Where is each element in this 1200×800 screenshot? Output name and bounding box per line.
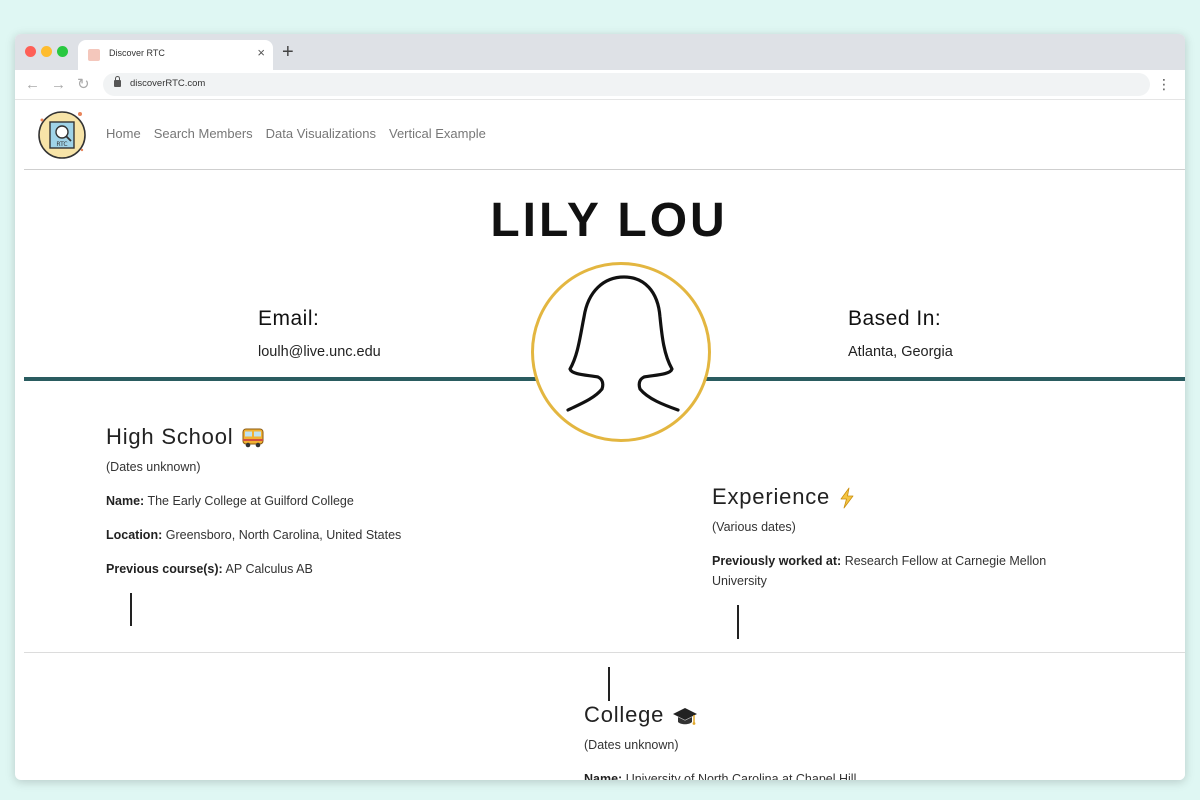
high-school-dates: (Dates unknown)	[106, 460, 201, 474]
college-heading: College	[584, 702, 698, 728]
person-silhouette-icon	[566, 275, 680, 412]
nav-link-data-visualizations[interactable]: Data Visualizations	[266, 126, 376, 141]
tab-title: Discover RTC	[109, 48, 165, 58]
close-window-button[interactable]	[25, 46, 36, 57]
back-button[interactable]: ←	[25, 76, 40, 94]
logo-text: RTC	[56, 141, 67, 148]
lightning-icon	[840, 487, 854, 509]
browser-menu-icon[interactable]: ⋮	[1157, 77, 1171, 91]
high-school-courses-row: Previous course(s): AP Calculus AB	[106, 559, 313, 579]
nav-link-vertical-example[interactable]: Vertical Example	[389, 126, 486, 141]
reload-button[interactable]: ↻	[77, 76, 90, 94]
forward-button[interactable]: →	[51, 76, 66, 94]
high-school-name-row: Name: The Early College at Guilford Coll…	[106, 491, 354, 511]
high-school-courses: AP Calculus AB	[225, 562, 313, 576]
minimize-window-button[interactable]	[41, 46, 52, 57]
based-in-value: Atlanta, Georgia	[848, 344, 953, 360]
experience-dates: (Various dates)	[712, 520, 796, 534]
rtc-logo-icon[interactable]: RTC	[36, 106, 90, 162]
url-text[interactable]: discoverRTC.com	[130, 78, 205, 89]
experience-work-label: Previously worked at:	[712, 554, 842, 568]
browser-tab[interactable]: Discover RTC ×	[78, 40, 273, 70]
nav-link-home[interactable]: Home	[106, 126, 141, 141]
high-school-title: High School	[106, 424, 234, 449]
nav-links: Home Search Members Data Visualizations …	[106, 126, 486, 141]
high-school-courses-label: Previous course(s):	[106, 562, 223, 576]
section-divider	[24, 652, 1185, 653]
profile-name: LILY LOU	[490, 194, 728, 247]
maximize-window-button[interactable]	[57, 46, 68, 57]
timeline-connector	[608, 667, 610, 701]
experience-heading: Experience	[712, 484, 856, 510]
tab-strip: Discover RTC × +	[15, 34, 1185, 70]
high-school-name: The Early College at Guilford College	[147, 494, 354, 508]
college-dates: (Dates unknown)	[584, 738, 679, 752]
college-name-label: Name:	[584, 772, 623, 780]
browser-window: Discover RTC × + ← → ↻ discoverRTC.com ⋮…	[15, 34, 1185, 780]
high-school-heading: High School	[106, 424, 265, 450]
experience-work-row: Previously worked at: Research Fellow at…	[712, 551, 1092, 591]
site-navbar: RTC Home Search Members Data Visualizati…	[24, 100, 1185, 170]
timeline-connector	[130, 593, 132, 626]
timeline-connector	[737, 605, 739, 639]
bus-icon	[242, 428, 264, 448]
lock-icon	[114, 76, 121, 87]
avatar	[531, 262, 711, 442]
browser-toolbar: ← → ↻ discoverRTC.com ⋮	[15, 70, 1185, 100]
nav-link-search-members[interactable]: Search Members	[154, 126, 253, 141]
high-school-location-label: Location:	[106, 528, 163, 542]
college-name-row: Name: University of North Carolina at Ch…	[584, 769, 856, 780]
college-title: College	[584, 702, 665, 727]
based-in-label: Based In:	[848, 307, 942, 330]
favicon-icon	[88, 49, 100, 61]
close-tab-icon[interactable]: ×	[257, 45, 265, 60]
web-page: RTC Home Search Members Data Visualizati…	[24, 100, 1185, 780]
graduation-cap-icon	[673, 708, 698, 726]
email-label: Email:	[258, 307, 320, 330]
experience-title: Experience	[712, 484, 831, 509]
college-name: University of North Carolina at Chapel H…	[625, 772, 857, 780]
address-bar[interactable]: discoverRTC.com	[103, 73, 1150, 96]
new-tab-button[interactable]: +	[282, 40, 294, 64]
high-school-name-label: Name:	[106, 494, 145, 508]
high-school-location-row: Location: Greensboro, North Carolina, Un…	[106, 525, 401, 545]
high-school-location: Greensboro, North Carolina, United State…	[165, 528, 402, 542]
email-value[interactable]: loulh@live.unc.edu	[258, 344, 381, 360]
